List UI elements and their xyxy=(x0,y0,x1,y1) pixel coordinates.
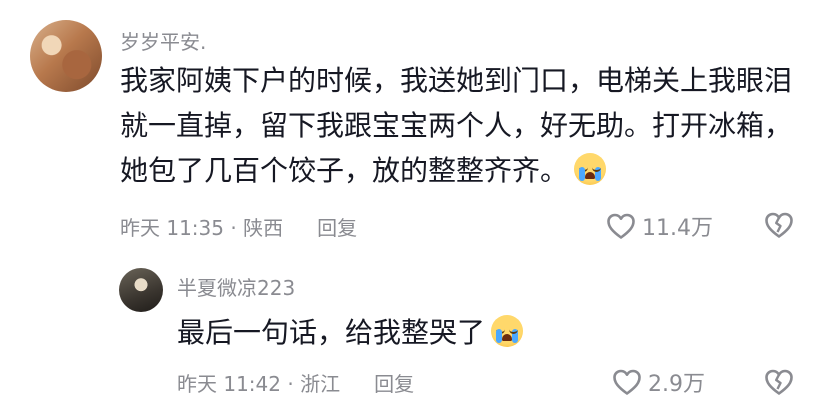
heart-icon xyxy=(613,369,641,395)
reply-button[interactable]: 回复 xyxy=(374,368,414,397)
comment-text-block[interactable]: 我家阿姨下户的时候，我送她到门口，电梯关上我眼泪就一直掉，留下我跟宝宝两个人，好… xyxy=(120,58,810,193)
loudly-crying-face-emoji xyxy=(491,315,524,347)
comment-time-location: 昨天 11:42 · 浙江 xyxy=(177,372,341,396)
heart-icon xyxy=(607,213,635,239)
comment-username[interactable]: 岁岁平安. xyxy=(120,26,206,55)
comment-text: 我家阿姨下户的时候，我送她到门口，电梯关上我眼泪就一直掉，留下我跟宝宝两个人，好… xyxy=(120,64,793,187)
reply-item: 半夏微凉223 最后一句话，给我整哭了 昨天 11:42 · 浙江 回复 2.9… xyxy=(0,262,828,411)
like-button[interactable]: 2.9万 xyxy=(612,366,705,398)
comment-meta: 昨天 11:35 · 陕西 回复 xyxy=(120,212,357,241)
comment-time-location: 昨天 11:35 · 陕西 xyxy=(120,216,284,240)
comment-text-block[interactable]: 最后一句话，给我整哭了 xyxy=(177,310,797,355)
avatar[interactable] xyxy=(30,20,102,92)
comment-meta: 昨天 11:42 · 浙江 回复 xyxy=(177,368,414,397)
comment-username[interactable]: 半夏微凉223 xyxy=(177,272,295,301)
like-count: 2.9万 xyxy=(648,372,705,397)
like-count: 11.4万 xyxy=(642,216,713,241)
comment-text: 最后一句话，给我整哭了 xyxy=(177,316,486,349)
avatar[interactable] xyxy=(119,268,163,312)
broken-heart-icon[interactable] xyxy=(764,211,794,239)
loudly-crying-face-emoji xyxy=(574,153,607,185)
broken-heart-icon[interactable] xyxy=(764,368,794,396)
reply-button[interactable]: 回复 xyxy=(317,212,357,241)
like-button[interactable]: 11.4万 xyxy=(606,210,713,242)
comment-item: 岁岁平安. 我家阿姨下户的时候，我送她到门口，电梯关上我眼泪就一直掉，留下我跟宝… xyxy=(0,0,828,262)
